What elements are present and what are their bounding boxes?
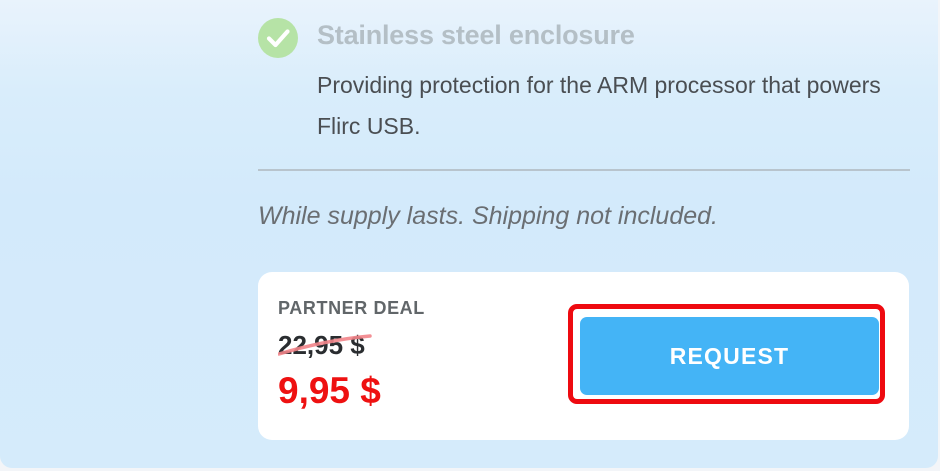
product-panel: Stainless steel enclosure Providing prot… [0, 0, 938, 468]
feature-title: Stainless steel enclosure [317, 20, 635, 50]
checkmark-circle-icon [258, 18, 298, 58]
sale-price: 9,95 $ [278, 370, 381, 411]
request-button[interactable]: REQUEST [580, 317, 879, 395]
divider [258, 169, 910, 171]
feature-description: Providing protection for the ARM process… [317, 72, 881, 139]
supply-note: While supply lasts. Shipping not include… [258, 202, 718, 230]
old-price: 22,95 $ [278, 330, 365, 360]
deal-label: PARTNER DEAL [278, 298, 425, 318]
